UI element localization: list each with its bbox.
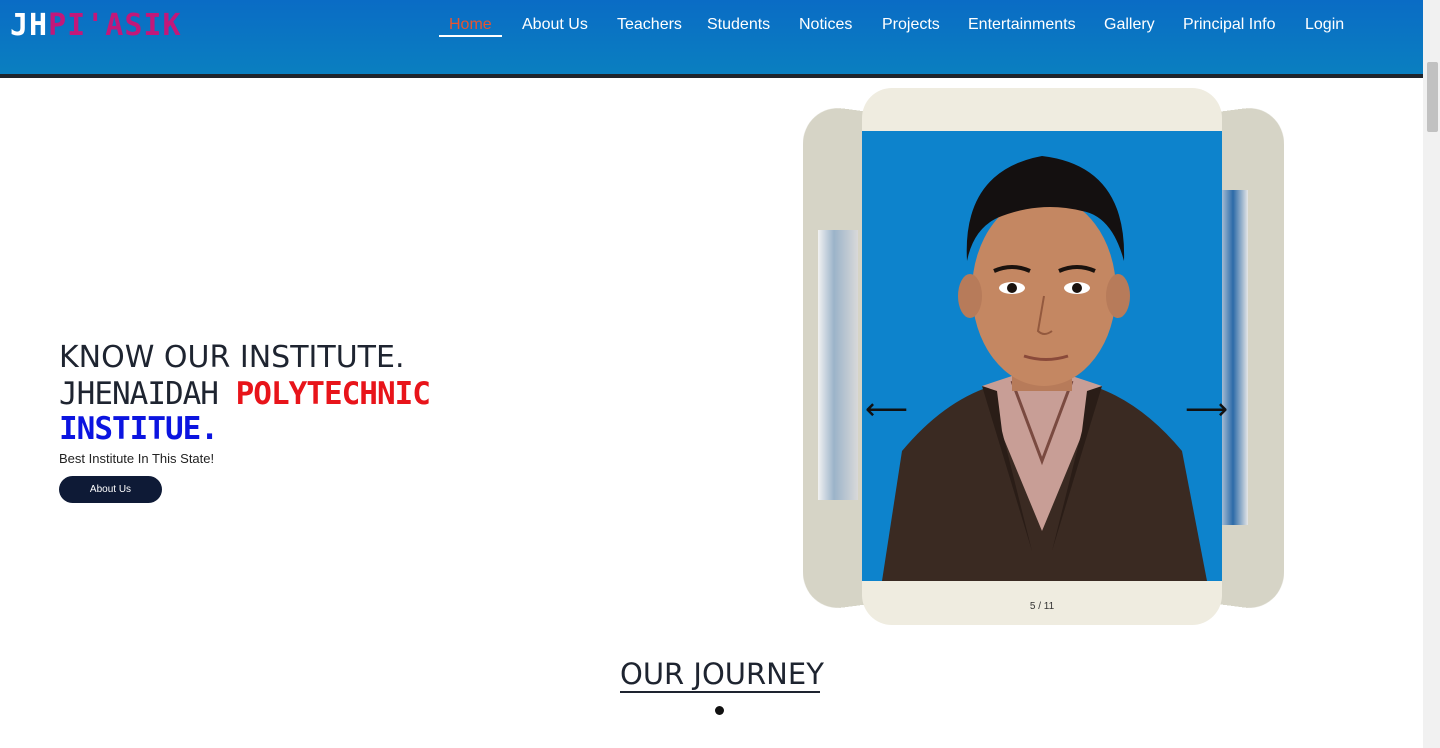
nav-home[interactable]: Home xyxy=(449,16,492,34)
page-scrollbar[interactable] xyxy=(1423,0,1440,748)
carousel-left-image xyxy=(818,230,858,500)
nav-notices[interactable]: Notices xyxy=(799,16,852,34)
hero-name-part1: JHENAIDAH xyxy=(59,376,236,412)
nav-projects[interactable]: Projects xyxy=(882,16,940,34)
main-nav: Home About Us Teachers Students Notices … xyxy=(0,0,1423,52)
nav-gallery[interactable]: Gallery xyxy=(1104,16,1155,34)
carousel-active-card: 5 / 11 xyxy=(862,88,1222,625)
journey-underline xyxy=(620,691,820,693)
journey-heading: OUR JOURNEY xyxy=(620,657,824,691)
hero-subtitle: Best Institute In This State! xyxy=(59,451,215,466)
portrait-photo xyxy=(862,131,1222,581)
hero-heading: KNOW OUR INSTITUTE. xyxy=(59,340,405,375)
journey-dot xyxy=(715,706,724,715)
about-us-button[interactable]: About Us xyxy=(59,476,162,503)
portrait-illustration xyxy=(862,131,1222,581)
site-header: JHPI'ASIK Home About Us Teachers Student… xyxy=(0,0,1423,78)
carousel-counter: 5 / 11 xyxy=(1029,601,1055,612)
nav-principal-info[interactable]: Principal Info xyxy=(1183,16,1276,34)
hero-name-part2: POLYTECHNIC xyxy=(235,376,431,412)
nav-about-us[interactable]: About Us xyxy=(522,16,588,34)
nav-students[interactable]: Students xyxy=(707,16,770,34)
scrollbar-thumb[interactable] xyxy=(1427,62,1438,132)
arrow-right-icon[interactable]: ⟶ xyxy=(1185,395,1228,425)
hero-institute-name: JHENAIDAH POLYTECHNIC xyxy=(59,376,431,412)
nav-entertainments[interactable]: Entertainments xyxy=(968,16,1076,34)
carousel-right-image xyxy=(1218,190,1248,525)
active-nav-underline xyxy=(439,35,502,37)
nav-teachers[interactable]: Teachers xyxy=(617,16,682,34)
arrow-left-icon[interactable]: ⟵ xyxy=(865,395,908,425)
hero-institute-name-line3: INSTITUE. xyxy=(59,411,219,447)
nav-login[interactable]: Login xyxy=(1305,16,1344,34)
